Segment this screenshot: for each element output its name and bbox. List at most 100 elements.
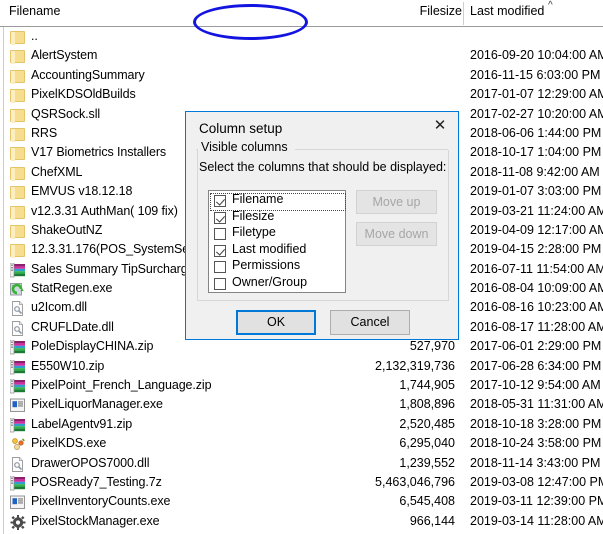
- column-header-filesize[interactable]: Filesize: [412, 4, 462, 18]
- ok-button[interactable]: OK: [236, 310, 316, 335]
- table-row[interactable]: PixelStockManager.exe 966,144 2019-03-14 1…: [0, 513, 603, 532]
- file-size-cell: 6,545,408: [399, 494, 455, 509]
- column-option-label: Filetype: [232, 225, 276, 240]
- visible-columns-listbox[interactable]: Filename Filesize Filetype Last modified Per…: [208, 190, 346, 293]
- file-size-cell: 2,132,319,736: [375, 358, 455, 373]
- file-modified-cell: 2018-05-31 11:31:00 AM: [470, 397, 603, 412]
- file-modified-cell: 2019-03-14 11:28:00 AM: [470, 513, 603, 528]
- zip-icon: [10, 359, 26, 375]
- file-modified-cell: 2017-06-28 6:34:00 PM: [470, 358, 602, 373]
- file-name-cell: ..: [31, 29, 38, 43]
- file-modified-cell: 2019-04-15 2:28:00 PM: [470, 242, 602, 257]
- table-row[interactable]: AlertSystem 2016-09-20 10:04:00 AM: [0, 47, 603, 66]
- file-name-cell: PixelLiquorManager.exe: [31, 397, 163, 412]
- folder-icon: [10, 205, 26, 220]
- table-row[interactable]: LabelAgentv91.zip 2,520,485 2018-10-18 3:2…: [0, 416, 603, 435]
- checkbox-unchecked-icon[interactable]: [214, 277, 226, 290]
- zip-icon: [10, 379, 26, 394]
- column-option-item[interactable]: Last modified: [209, 241, 345, 260]
- file-name-cell: PixelStockManager.exe: [31, 513, 160, 528]
- column-option-label: Last modified: [232, 241, 307, 256]
- table-row[interactable]: AccountingSummary 2016-11-15 6:03:00 PM: [0, 67, 603, 86]
- dialog-title: Column setup: [199, 121, 283, 136]
- file-size-cell: 527,970: [409, 339, 455, 354]
- file-name-cell: PixelPoint_French_Language.zip: [31, 378, 212, 393]
- file-modified-cell: 2016-08-04 10:09:00 AM: [470, 281, 603, 296]
- file-name-cell: ShakeOutNZ: [31, 222, 103, 237]
- file-name-cell: AlertSystem: [31, 48, 98, 63]
- checkbox-checked-icon[interactable]: [214, 195, 226, 207]
- table-row[interactable]: PixelKDSOldBuilds 2017-01-07 12:29:00 AM: [0, 86, 603, 105]
- folder-icon: [10, 49, 26, 65]
- file-name-cell: QSRSock.sll: [31, 106, 101, 121]
- file-name-cell: LabelAgentv91.zip: [31, 416, 133, 431]
- table-row[interactable]: PixelPoint_French_Language.zip 1,744,905 2…: [0, 377, 603, 396]
- file-size-cell: 6,295,040: [399, 436, 455, 451]
- column-option-label: Permissions: [232, 258, 301, 273]
- table-row[interactable]: PixelLiquorManager.exe 1,808,896 2018-05-3…: [0, 396, 603, 415]
- folder-icon: [10, 127, 26, 142]
- file-modified-cell: 2017-02-27 10:20:00 AM: [470, 106, 603, 121]
- close-icon[interactable]: ✕: [426, 115, 454, 137]
- file-modified-cell: 2017-01-07 12:29:00 AM: [470, 87, 603, 102]
- column-header-last-modified[interactable]: Last modified: [470, 4, 544, 18]
- file-name-cell: AccountingSummary: [31, 67, 145, 82]
- file-modified-cell: 2018-10-18 3:28:00 PM: [470, 416, 602, 431]
- file-modified-cell: 2017-06-01 2:29:00 PM: [470, 339, 602, 354]
- gear-icon: [10, 514, 26, 530]
- column-option-item[interactable]: Owner/Group: [209, 274, 345, 293]
- file-name-cell: u2Icom.dll: [31, 300, 87, 315]
- table-row[interactable]: PixelInventoryCounts.exe 6,545,408 2019-03…: [0, 493, 603, 512]
- app-icon: [10, 282, 26, 297]
- checkbox-unchecked-icon[interactable]: [214, 228, 226, 241]
- table-row[interactable]: DrawerOPOS7000.dll 1,239,552 2018-11-14 3:…: [0, 455, 603, 474]
- cancel-button[interactable]: Cancel: [330, 310, 410, 335]
- file-name-cell: PixelKDSOldBuilds: [31, 87, 136, 102]
- dll-icon: [10, 456, 26, 472]
- move-down-button[interactable]: Move down: [356, 222, 437, 246]
- file-size-cell: 2,520,485: [399, 416, 455, 431]
- table-row[interactable]: E550W10.zip 2,132,319,736 2017-06-28 6:34:…: [0, 358, 603, 377]
- file-size-cell: 1,808,896: [399, 397, 455, 412]
- column-option-item[interactable]: Filesize: [209, 209, 345, 227]
- checkbox-checked-icon[interactable]: [214, 211, 226, 224]
- file-name-cell: PixelInventoryCounts.exe: [31, 494, 171, 509]
- move-up-button[interactable]: Move up: [356, 190, 437, 214]
- column-option-label: Owner/Group: [232, 274, 308, 289]
- groupbox-legend: Visible columns: [198, 140, 291, 154]
- column-header-filename[interactable]: Filename: [9, 4, 60, 18]
- table-row[interactable]: ..: [0, 28, 603, 47]
- file-name-cell: 12.3.31.176(POS_SystemSet): [31, 242, 197, 257]
- file-size-cell: 5,463,046,796: [375, 474, 455, 489]
- zip-icon: [10, 262, 26, 278]
- file-modified-cell: 2019-03-08 12:47:00 PM: [470, 474, 603, 489]
- file-modified-cell: 2016-07-11 11:54:00 AM: [470, 261, 603, 276]
- file-name-cell: PixelKDS.exe: [31, 436, 107, 451]
- table-row[interactable]: POSReady7_Testing.7z 5,463,046,796 2019-03…: [0, 474, 603, 493]
- checkbox-checked-icon[interactable]: [214, 244, 226, 257]
- file-name-cell: POSReady7_Testing.7z: [31, 474, 162, 489]
- file-size-cell: 1,239,552: [399, 455, 455, 470]
- header-separator[interactable]: [463, 2, 464, 25]
- file-modified-cell: 2017-10-12 9:54:00 AM: [470, 378, 601, 393]
- checkbox-unchecked-icon[interactable]: [214, 261, 226, 274]
- file-name-cell: v12.3.31 AuthMan( 109 fix): [31, 203, 178, 218]
- column-option-item[interactable]: Filetype: [209, 225, 345, 243]
- file-modified-cell: 2018-11-14 3:43:00 PM: [470, 455, 601, 470]
- file-name-cell: DrawerOPOS7000.dll: [31, 455, 150, 470]
- file-modified-cell: 2016-08-16 10:23:00 AM: [470, 300, 603, 315]
- file-name-cell: CRUFLDate.dll: [31, 319, 114, 334]
- table-row[interactable]: PixelKDS.exe 6,295,040 2018-10-24 3:58:00 …: [0, 435, 603, 454]
- zip-icon: [10, 417, 26, 433]
- file-name-cell: Sales Summary TipSurcharge (: [31, 261, 202, 276]
- column-option-item[interactable]: Filename: [209, 192, 346, 211]
- file-modified-cell: 2019-03-21 11:24:00 AM: [470, 203, 603, 218]
- column-option-label: Filename: [232, 192, 284, 206]
- folder-icon: [10, 224, 26, 239]
- file-modified-cell: 2016-09-20 10:04:00 AM: [470, 48, 603, 63]
- file-modified-cell: 2018-06-06 1:44:00 PM: [470, 125, 602, 140]
- table-row[interactable]: PoleDisplayCHINA.zip 527,970 2017-06-01 2:…: [0, 338, 603, 357]
- file-manager-window: Filename Filesize Last modified ^ .. Aler…: [0, 0, 603, 534]
- column-option-item[interactable]: Permissions: [209, 258, 345, 276]
- file-modified-cell: 2019-03-11 12:39:00 PM: [470, 494, 603, 509]
